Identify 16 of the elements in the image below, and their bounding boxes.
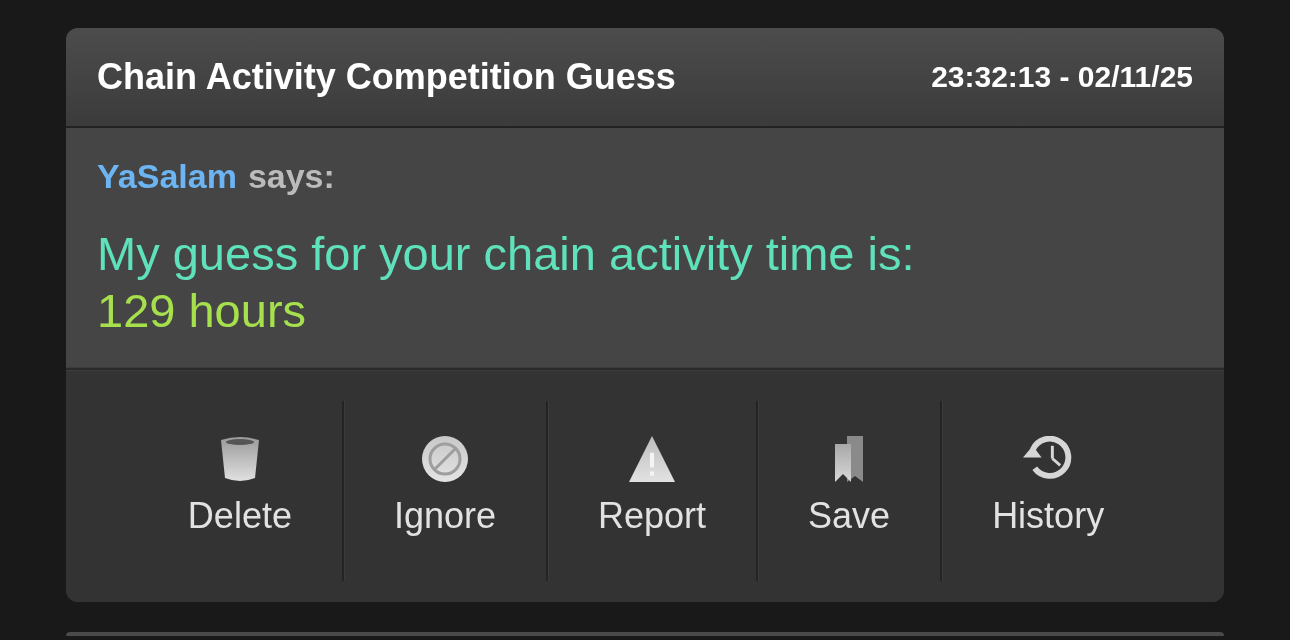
message-text: My guess for your chain activity time is: <box>97 226 916 282</box>
warning-icon <box>629 436 676 482</box>
delete-button[interactable]: Delete <box>135 401 342 581</box>
says-label: says: <box>247 158 335 194</box>
history-button[interactable]: History <box>940 401 1155 581</box>
report-button[interactable]: Report <box>546 401 757 581</box>
message-title: Chain Activity Competition Guess <box>97 56 676 98</box>
bookmark-icon <box>835 436 864 482</box>
ban-icon <box>421 436 468 482</box>
history-clock-icon <box>1022 436 1074 482</box>
timestamp: 23:32:13 - 02/11/25 <box>931 60 1193 94</box>
save-button[interactable]: Save <box>756 401 941 581</box>
trash-icon <box>219 436 260 482</box>
author-link[interactable]: YaSalam <box>97 158 237 194</box>
ignore-button[interactable]: Ignore <box>341 401 546 581</box>
guess-value: 129 hours <box>97 283 307 339</box>
